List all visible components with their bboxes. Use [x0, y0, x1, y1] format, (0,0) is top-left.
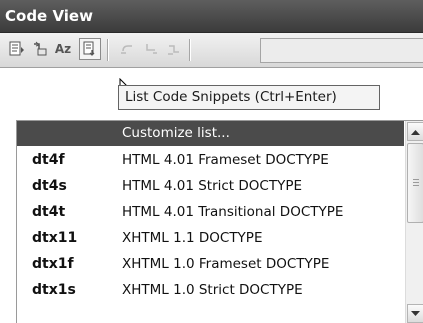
snippet-list-item[interactable]: dt4t HTML 4.01 Transitional DOCTYPE	[17, 200, 404, 225]
list-snippets-icon	[83, 41, 95, 56]
select-parent-tag-icon[interactable]	[29, 38, 51, 60]
snippet-description: HTML 4.01 Transitional DOCTYPE	[122, 204, 344, 220]
snippet-list-item[interactable]: dtx1s XHTML 1.0 Strict DOCTYPE	[17, 278, 404, 303]
scroll-down-arrow-icon[interactable]	[407, 304, 423, 323]
code-snippets-list: Customize list... dt4f HTML 4.01 Framese…	[16, 120, 423, 323]
panel-title-bar: Code View	[0, 0, 423, 33]
snippet-key: dtx1s	[32, 282, 76, 298]
customize-list-item[interactable]: Customize list...	[17, 121, 404, 146]
snippet-description: HTML 4.01 Frameset DOCTYPE	[122, 152, 329, 168]
snippet-key: dtx11	[32, 230, 78, 246]
snippet-description: XHTML 1.0 Strict DOCTYPE	[122, 282, 303, 298]
scrollbar-thumb[interactable]	[407, 143, 423, 223]
format-code-icon[interactable]	[6, 38, 28, 60]
toolbar-input-field[interactable]	[260, 38, 423, 63]
undo-icon[interactable]	[117, 38, 139, 60]
snippet-key: dt4t	[32, 204, 66, 220]
snippet-key: dt4f	[32, 152, 65, 168]
snippet-description: HTML 4.01 Strict DOCTYPE	[122, 178, 302, 194]
scroll-up-arrow-icon[interactable]	[407, 122, 423, 141]
code-view-panel: Code View Aᴢ List Code Snippets (Ctrl+En…	[0, 0, 423, 323]
snippet-list-item[interactable]: dt4s HTML 4.01 Strict DOCTYPE	[17, 174, 404, 199]
snippet-key: dtx1f	[32, 256, 74, 272]
snippet-list-item[interactable]: dtx11 XHTML 1.1 DOCTYPE	[17, 226, 404, 251]
redo-icon[interactable]	[140, 38, 162, 60]
comment-icon[interactable]	[163, 38, 185, 60]
snippet-list-item[interactable]: dtx1f XHTML 1.0 Frameset DOCTYPE	[17, 252, 404, 277]
code-view-toolbar: Aᴢ	[0, 33, 423, 68]
list-snippets-button[interactable]	[79, 38, 101, 60]
tooltip: List Code Snippets (Ctrl+Enter)	[118, 85, 380, 110]
vertical-scrollbar[interactable]	[405, 121, 423, 323]
snippet-description: XHTML 1.0 Frameset DOCTYPE	[122, 256, 330, 272]
snippet-list-item[interactable]: dt4f HTML 4.01 Frameset DOCTYPE	[17, 148, 404, 173]
toolbar-separator	[189, 39, 190, 61]
spelling-az-icon[interactable]: Aᴢ	[52, 38, 74, 60]
snippet-description: XHTML 1.1 DOCTYPE	[122, 230, 263, 246]
panel-title: Code View	[5, 7, 93, 25]
toolbar-separator	[107, 39, 108, 61]
snippet-key: dt4s	[32, 178, 67, 194]
